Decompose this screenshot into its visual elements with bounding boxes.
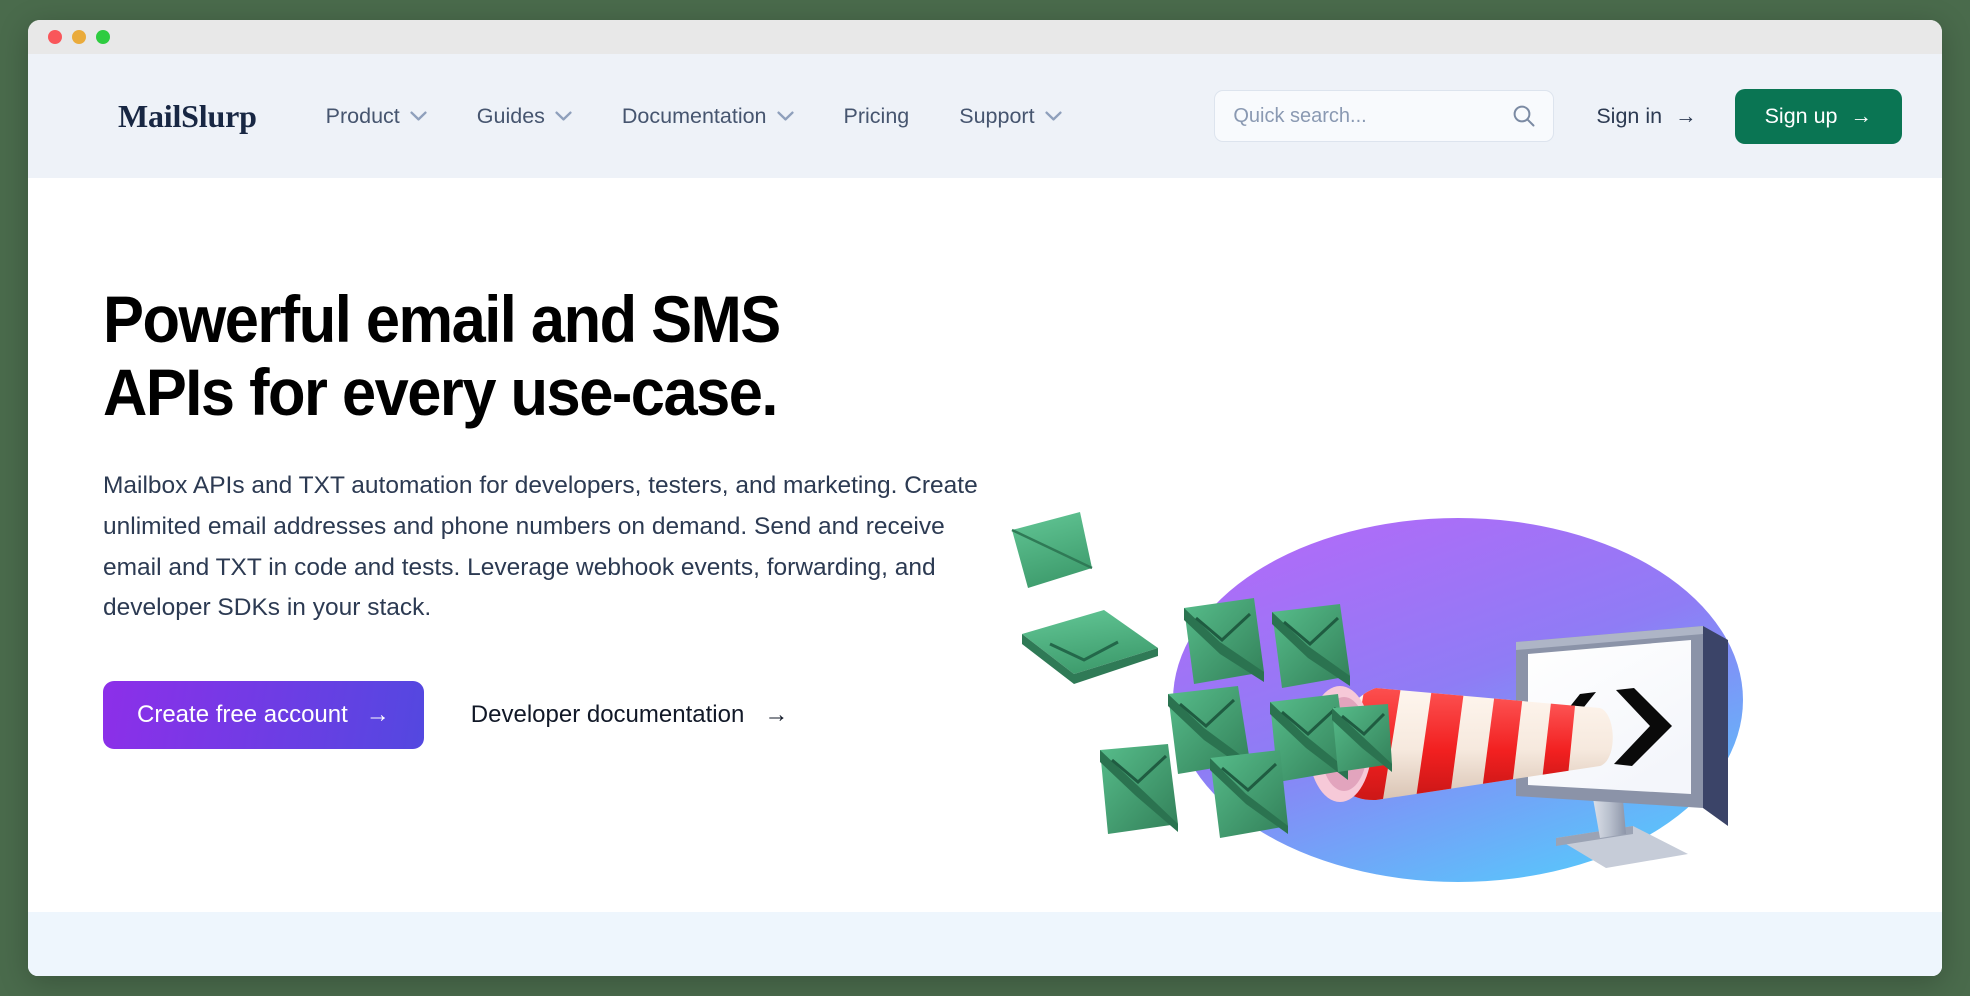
search-icon[interactable] <box>1511 103 1537 129</box>
close-window-button[interactable] <box>48 30 62 44</box>
brand-logo[interactable]: MailSlurp <box>118 98 257 135</box>
nav-item-label: Documentation <box>621 103 767 128</box>
sign-up-button[interactable]: Sign up → <box>1734 88 1902 144</box>
chevron-down-icon <box>1044 111 1062 121</box>
nav-item-pricing[interactable]: Pricing <box>823 96 931 137</box>
nav-item-product[interactable]: Product <box>305 96 448 137</box>
nav-item-label: Product <box>325 103 400 128</box>
page-viewport: MailSlurp Product Guides Documentation P… <box>28 54 1942 976</box>
sign-in-label: Sign in <box>1596 103 1663 128</box>
hero-section: Powerful email and SMS APIs for every us… <box>28 178 1942 882</box>
envelope <box>1022 610 1158 684</box>
nav-item-label: Support <box>959 103 1035 128</box>
chevron-down-icon <box>776 111 794 121</box>
nav-item-support[interactable]: Support <box>938 96 1082 137</box>
chevron-down-icon <box>555 111 572 121</box>
arrow-right-icon: → <box>764 700 789 728</box>
site-header: MailSlurp Product Guides Documentation P… <box>28 54 1942 178</box>
envelope <box>1184 598 1264 684</box>
hero-illustration <box>988 508 1778 888</box>
nav-item-documentation[interactable]: Documentation <box>601 96 815 137</box>
maximize-window-button[interactable] <box>96 30 110 44</box>
search-input[interactable] <box>1233 104 1512 128</box>
envelope <box>1100 744 1178 834</box>
arrow-right-icon: → <box>365 700 390 728</box>
nav-item-label: Pricing <box>843 103 910 128</box>
browser-window: MailSlurp Product Guides Documentation P… <box>28 20 1942 976</box>
envelope <box>1272 604 1350 688</box>
hero-subtitle: Mailbox APIs and TXT automation for deve… <box>103 472 978 622</box>
page-title: Powerful email and SMS APIs for every us… <box>103 282 781 429</box>
minimize-window-button[interactable] <box>72 30 86 44</box>
sign-up-label: Sign up <box>1764 103 1838 128</box>
sign-in-link[interactable]: Sign in → <box>1584 96 1708 137</box>
hero-copy: Powerful email and SMS APIs for every us… <box>103 283 1033 853</box>
window-titlebar <box>28 20 1942 54</box>
main-navigation: Product Guides Documentation Pricing Sup… <box>305 96 1083 137</box>
nav-item-label: Guides <box>476 103 545 128</box>
envelope <box>1332 704 1392 772</box>
bottom-section-band <box>28 912 1942 976</box>
developer-documentation-label: Developer documentation <box>470 700 745 728</box>
quick-search-box[interactable] <box>1214 90 1555 142</box>
developer-documentation-link[interactable]: Developer documentation → <box>469 695 791 735</box>
arrow-right-icon: → <box>1850 103 1873 128</box>
create-free-account-button[interactable]: Create free account → <box>103 680 424 749</box>
nav-item-guides[interactable]: Guides <box>456 96 593 137</box>
hero-cta-row: Create free account → Developer document… <box>103 680 1033 749</box>
email-rocket-monitor-illustration <box>1011 512 1743 882</box>
envelope <box>1210 750 1288 838</box>
chevron-down-icon <box>410 111 427 121</box>
create-free-account-label: Create free account <box>137 700 348 728</box>
envelope <box>1011 512 1093 588</box>
arrow-right-icon: → <box>1675 103 1697 128</box>
